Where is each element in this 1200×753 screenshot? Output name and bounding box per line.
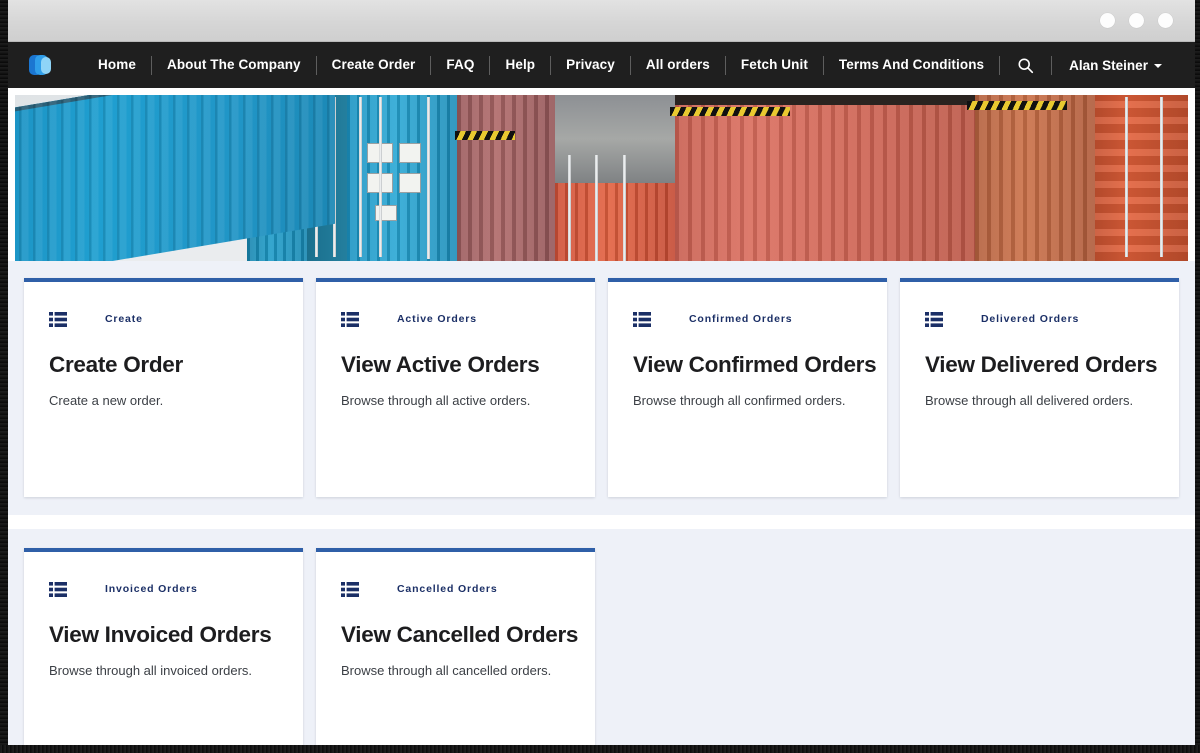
- nav-item-about-the-company[interactable]: About The Company: [152, 42, 316, 88]
- list-icon: [925, 312, 943, 327]
- container-lock-rod: [427, 97, 430, 259]
- card-header: Create: [49, 308, 278, 330]
- user-menu[interactable]: Alan Steiner: [1052, 58, 1178, 73]
- hazard-stripe: [455, 131, 515, 140]
- window-titlebar: [8, 0, 1195, 42]
- container-orange-lower: [555, 183, 675, 261]
- hazard-stripe: [967, 101, 1067, 110]
- card-tag: Delivered Orders: [981, 313, 1079, 325]
- list-icon: [49, 312, 67, 327]
- card-title: Create Order: [49, 352, 278, 378]
- card-tag: Cancelled Orders: [397, 583, 498, 595]
- card-header: Cancelled Orders: [341, 578, 570, 600]
- card-tag: Create: [105, 313, 143, 325]
- container-lock-rod: [359, 97, 362, 257]
- card-tag: Invoiced Orders: [105, 583, 198, 595]
- card-description: Browse through all confirmed orders.: [633, 392, 862, 410]
- card-title: View Invoiced Orders: [49, 622, 278, 648]
- card-title: View Active Orders: [341, 352, 570, 378]
- card-view-delivered-orders[interactable]: Delivered Orders View Delivered Orders B…: [900, 278, 1179, 497]
- container-label: [399, 143, 421, 163]
- card-header: Active Orders: [341, 308, 570, 330]
- hazard-stripe: [670, 107, 790, 116]
- nav-item-all-orders[interactable]: All orders: [631, 42, 725, 88]
- container-lock-rod: [1125, 97, 1128, 257]
- nav-item-help[interactable]: Help: [490, 42, 550, 88]
- card-view-confirmed-orders[interactable]: Confirmed Orders View Confirmed Orders B…: [608, 278, 887, 497]
- nav-item-faq[interactable]: FAQ: [431, 42, 489, 88]
- list-icon: [633, 312, 651, 327]
- nav-links: Home About The Company Create Order FAQ …: [70, 42, 1191, 88]
- nav-item-home[interactable]: Home: [83, 42, 151, 88]
- container-red-far-right: [1095, 95, 1188, 261]
- card-create-order[interactable]: Create Create Order Create a new order.: [24, 278, 303, 497]
- card-description: Browse through all cancelled orders.: [341, 662, 570, 680]
- container-grey: [555, 95, 675, 183]
- card-tag: Confirmed Orders: [689, 313, 792, 325]
- chevron-down-icon: [1154, 64, 1162, 68]
- card-header: Invoiced Orders: [49, 578, 278, 600]
- card-description: Browse through all delivered orders.: [925, 392, 1154, 410]
- hero-wrapper: [8, 88, 1195, 261]
- card-row-2-wrapper: Invoiced Orders View Invoiced Orders Bro…: [8, 529, 1195, 745]
- container-label: [399, 173, 421, 193]
- card-view-cancelled-orders[interactable]: Cancelled Orders View Cancelled Orders B…: [316, 548, 595, 745]
- card-row-2: Invoiced Orders View Invoiced Orders Bro…: [8, 548, 1195, 745]
- cards-area: Create Create Order Create a new order.: [8, 261, 1195, 745]
- browser-window: Home About The Company Create Order FAQ …: [0, 0, 1200, 753]
- container-orange-right: [975, 95, 1095, 261]
- window-edge-left: [0, 0, 8, 753]
- window-edge-bottom: [0, 745, 1200, 753]
- window-edge-right: [1195, 0, 1200, 753]
- container-lock-rod: [595, 155, 598, 261]
- nav-item-terms-and-conditions[interactable]: Terms And Conditions: [824, 42, 999, 88]
- row-divider: [8, 515, 1195, 529]
- window-maximize-button[interactable]: [1129, 13, 1144, 28]
- card-header: Confirmed Orders: [633, 308, 862, 330]
- list-icon: [341, 582, 359, 597]
- container-lock-rod: [379, 97, 382, 257]
- container-lock-rod: [623, 155, 626, 261]
- card-description: Browse through all active orders.: [341, 392, 570, 410]
- card-description: Create a new order.: [49, 392, 278, 410]
- search-icon[interactable]: [1000, 57, 1051, 74]
- app-logo[interactable]: [16, 50, 68, 80]
- card-title: View Delivered Orders: [925, 352, 1154, 378]
- card-title: View Cancelled Orders: [341, 622, 570, 648]
- container-lock-rod: [568, 155, 571, 261]
- hero-banner: [15, 95, 1188, 261]
- user-name-label: Alan Steiner: [1069, 58, 1148, 73]
- container-lock-rod: [1160, 97, 1163, 257]
- nav-item-fetch-unit[interactable]: Fetch Unit: [726, 42, 823, 88]
- window-close-button[interactable]: [1158, 13, 1173, 28]
- window-minimize-button[interactable]: [1100, 13, 1115, 28]
- nav-item-privacy[interactable]: Privacy: [551, 42, 630, 88]
- card-tag: Active Orders: [397, 313, 477, 325]
- list-icon: [49, 582, 67, 597]
- card-description: Browse through all invoiced orders.: [49, 662, 278, 680]
- card-view-active-orders[interactable]: Active Orders View Active Orders Browse …: [316, 278, 595, 497]
- page-content: Create Create Order Create a new order.: [8, 88, 1195, 745]
- nav-item-create-order[interactable]: Create Order: [317, 42, 431, 88]
- card-view-invoiced-orders[interactable]: Invoiced Orders View Invoiced Orders Bro…: [24, 548, 303, 745]
- container-rust: [457, 95, 555, 261]
- card-title: View Confirmed Orders: [633, 352, 862, 378]
- card-header: Delivered Orders: [925, 308, 1154, 330]
- card-row-1: Create Create Order Create a new order.: [8, 278, 1195, 497]
- main-navbar: Home About The Company Create Order FAQ …: [8, 42, 1195, 88]
- list-icon: [341, 312, 359, 327]
- container-salmon-large: [675, 105, 975, 261]
